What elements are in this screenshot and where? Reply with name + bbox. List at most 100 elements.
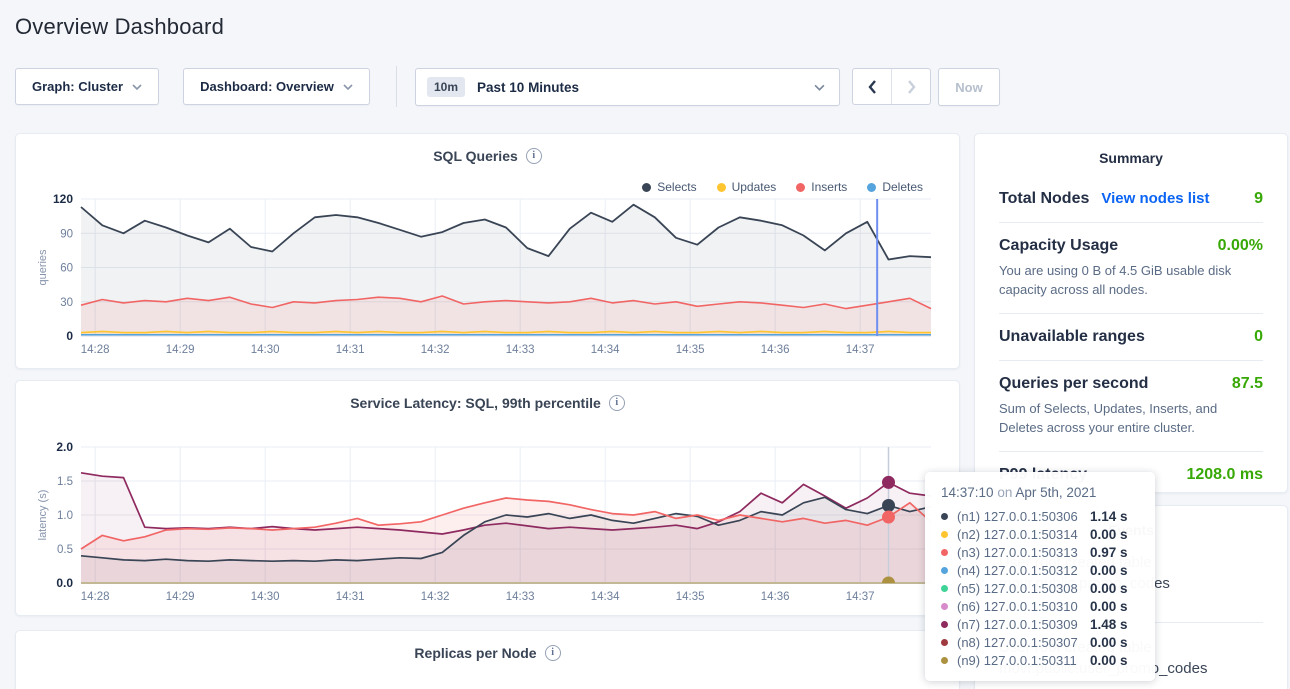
svg-text:14:34: 14:34 [591, 591, 620, 603]
legend-item-inserts[interactable]: Inserts [796, 180, 847, 194]
svg-text:14:33: 14:33 [506, 344, 535, 356]
svg-text:0.5: 0.5 [57, 544, 73, 556]
now-button-label: Now [955, 80, 982, 95]
toolbar-divider [396, 66, 397, 107]
node-color-dot-icon [941, 567, 948, 574]
svg-text:14:29: 14:29 [166, 344, 195, 356]
info-icon[interactable]: i [526, 148, 542, 164]
qps-desc: Sum of Selects, Updates, Inserts, and De… [999, 399, 1263, 437]
legend-dot-icon [796, 183, 805, 192]
tooltip-row: (n2) 127.0.0.1:503140.00 s [941, 525, 1143, 543]
tooltip-node-address: (n7) 127.0.0.1:50309 [957, 617, 1090, 632]
svg-text:1.0: 1.0 [57, 510, 73, 522]
legend-dot-icon [642, 183, 651, 192]
prev-time-button[interactable] [853, 69, 891, 104]
tooltip-node-address: (n6) 127.0.0.1:50310 [957, 599, 1090, 614]
svg-text:queries: queries [37, 249, 49, 286]
node-color-dot-icon [941, 513, 948, 520]
tooltip-row: (n3) 127.0.0.1:503130.97 s [941, 543, 1143, 561]
tooltip-node-value: 0.00 s [1090, 635, 1128, 650]
sql-queries-chart[interactable]: 030609012014:2814:2914:3014:3114:3214:33… [34, 193, 944, 358]
service-latency-chart[interactable]: 0.00.51.01.52.014:2814:2914:3014:3114:32… [34, 441, 944, 605]
graph-dropdown-label: Graph: Cluster [32, 79, 123, 94]
legend-item-updates[interactable]: Updates [717, 180, 777, 194]
tooltip-row: (n6) 127.0.0.1:503100.00 s [941, 597, 1143, 615]
svg-text:14:31: 14:31 [336, 591, 365, 603]
tooltip-node-address: (n1) 127.0.0.1:50306 [957, 509, 1090, 524]
svg-text:14:34: 14:34 [591, 344, 620, 356]
chevron-left-icon [868, 80, 877, 94]
svg-text:14:30: 14:30 [251, 344, 280, 356]
svg-text:2.0: 2.0 [56, 441, 73, 454]
node-color-dot-icon [941, 621, 948, 628]
svg-text:60: 60 [60, 263, 73, 275]
svg-text:0.0: 0.0 [56, 576, 73, 590]
total-nodes-value: 9 [1254, 190, 1263, 208]
time-range-label: Past 10 Minutes [477, 80, 814, 95]
crosshair-dot [882, 499, 895, 512]
svg-text:14:35: 14:35 [676, 344, 705, 356]
tooltip-row: (n9) 127.0.0.1:503110.00 s [941, 651, 1143, 669]
tooltip-node-value: 0.00 s [1090, 653, 1128, 668]
page-title: Overview Dashboard [15, 14, 224, 40]
svg-text:14:30: 14:30 [251, 591, 280, 603]
tooltip-node-value: 0.00 s [1090, 563, 1128, 578]
next-time-button[interactable] [891, 69, 930, 104]
svg-text:14:28: 14:28 [81, 591, 110, 603]
svg-text:0: 0 [66, 329, 73, 343]
unavailable-ranges-label: Unavailable ranges [999, 328, 1145, 346]
node-color-dot-icon [941, 639, 948, 646]
crosshair-dot [882, 476, 895, 489]
tooltip-node-address: (n9) 127.0.0.1:50311 [957, 653, 1090, 668]
tooltip-node-value: 0.00 s [1090, 599, 1128, 614]
time-range-dropdown[interactable]: 10m Past 10 Minutes [415, 68, 840, 106]
legend-dot-icon [717, 183, 726, 192]
chevron-down-icon [814, 84, 825, 91]
svg-text:14:33: 14:33 [506, 591, 535, 603]
svg-text:90: 90 [60, 228, 73, 240]
node-color-dot-icon [941, 657, 948, 664]
crosshair-dot [882, 577, 895, 590]
summary-row-qps: Queries per second 87.5 Sum of Selects, … [999, 361, 1263, 452]
service-latency-card: Service Latency: SQL, 99th percentile i … [15, 380, 960, 616]
svg-text:1.5: 1.5 [57, 476, 73, 488]
node-color-dot-icon [941, 549, 948, 556]
info-icon[interactable]: i [545, 645, 561, 661]
graph-dropdown[interactable]: Graph: Cluster [15, 68, 159, 105]
service-latency-title: Service Latency: SQL, 99th percentile [350, 395, 601, 411]
svg-text:14:35: 14:35 [676, 591, 705, 603]
svg-text:14:37: 14:37 [846, 344, 875, 356]
total-nodes-label: Total Nodes [999, 190, 1089, 208]
time-pager [852, 68, 931, 105]
sql-queries-title: SQL Queries [433, 148, 518, 164]
summary-row-unavailable: Unavailable ranges 0 [999, 314, 1263, 361]
tooltip-node-value: 0.00 s [1090, 581, 1128, 596]
tooltip-node-address: (n2) 127.0.0.1:50314 [957, 527, 1090, 542]
info-icon[interactable]: i [609, 395, 625, 411]
p99-latency-value: 1208.0 ms [1186, 466, 1263, 484]
capacity-usage-label: Capacity Usage [999, 237, 1118, 255]
dashboard-dropdown[interactable]: Dashboard: Overview [183, 68, 370, 105]
node-color-dot-icon [941, 603, 948, 610]
qps-label: Queries per second [999, 375, 1148, 393]
replicas-per-node-title: Replicas per Node [414, 645, 536, 661]
view-nodes-list-link[interactable]: View nodes list [1101, 190, 1209, 207]
svg-text:14:36: 14:36 [761, 344, 790, 356]
tooltip-row: (n7) 127.0.0.1:503091.48 s [941, 615, 1143, 633]
svg-text:14:28: 14:28 [81, 344, 110, 356]
tooltip-timestamp: 14:37:10 on Apr 5th, 2021 [941, 485, 1143, 500]
legend-item-selects[interactable]: Selects [642, 180, 696, 194]
summary-panel: Summary Total Nodes View nodes list 9 Ca… [974, 133, 1288, 493]
tooltip-node-value: 0.00 s [1090, 527, 1128, 542]
summary-row-total-nodes: Total Nodes View nodes list 9 [999, 176, 1263, 223]
svg-text:latency (s): latency (s) [37, 490, 49, 541]
legend-item-deletes[interactable]: Deletes [867, 180, 923, 194]
svg-text:14:32: 14:32 [421, 344, 450, 356]
capacity-usage-desc: You are using 0 B of 4.5 GiB usable disk… [999, 261, 1263, 299]
svg-text:30: 30 [60, 297, 73, 309]
time-range-badge: 10m [427, 77, 465, 97]
tooltip-row: (n5) 127.0.0.1:503080.00 s [941, 579, 1143, 597]
chevron-down-icon [343, 84, 353, 90]
now-button[interactable]: Now [938, 68, 1000, 106]
tooltip-node-address: (n8) 127.0.0.1:50307 [957, 635, 1090, 650]
